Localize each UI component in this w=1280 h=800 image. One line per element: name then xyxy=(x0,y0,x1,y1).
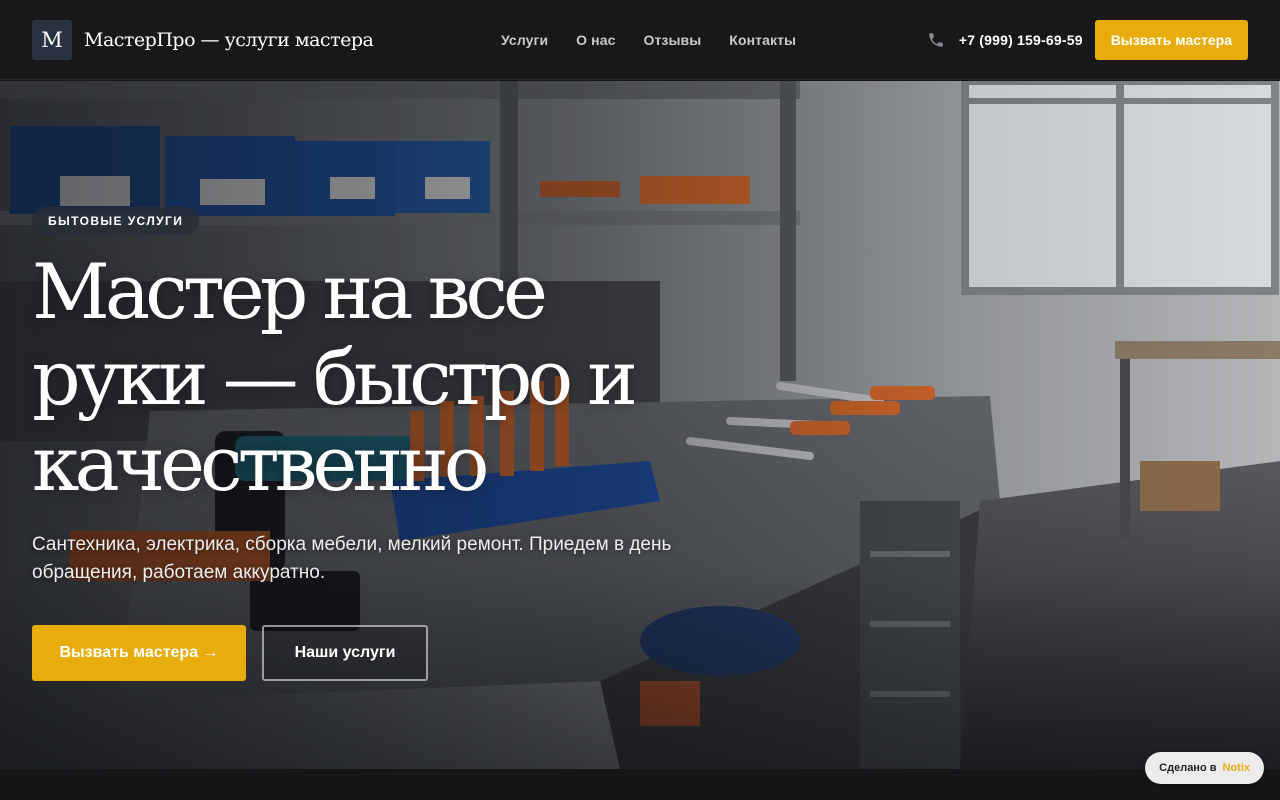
hero-section: БЫТОВЫЕ УСЛУГИ Мастер на все руки — быст… xyxy=(0,81,1280,769)
made-with-label: Сделано в xyxy=(1159,762,1217,774)
hero-title: Мастер на все руки — быстро и качественн… xyxy=(32,247,638,508)
hero-content: БЫТОВЫЕ УСЛУГИ Мастер на все руки — быст… xyxy=(32,207,752,681)
nav-link-services[interactable]: Услуги xyxy=(501,32,548,48)
brand-title[interactable]: МастерПро — услуги мастера xyxy=(84,29,374,51)
nav-link-reviews[interactable]: Отзывы xyxy=(643,32,701,48)
main-nav: Услуги О нас Отзывы Контакты xyxy=(501,0,796,80)
call-master-header-button[interactable]: Вызвать мастера xyxy=(1094,20,1248,60)
phone-icon xyxy=(929,33,943,47)
nav-link-contacts[interactable]: Контакты xyxy=(729,32,796,48)
hero-subtitle: Сантехника, электрика, сборка мебели, ме… xyxy=(32,534,672,583)
made-with-brand: Notix xyxy=(1222,762,1251,774)
our-services-button[interactable]: Наши услуги xyxy=(262,625,428,681)
call-master-button[interactable]: Вызвать мастера → xyxy=(32,625,246,681)
brand[interactable]: M МастерПро — услуги мастера xyxy=(32,19,452,60)
page-bottom-strip xyxy=(0,769,1280,800)
site-header: M МастерПро — услуги мастера Услуги О на… xyxy=(0,0,1280,80)
made-with-badge[interactable]: Сделано в Notix xyxy=(1145,752,1264,784)
category-badge: БЫТОВЫЕ УСЛУГИ xyxy=(32,207,200,235)
phone-number[interactable]: +7 (999) 159-69-59 xyxy=(959,32,1083,48)
nav-link-about[interactable]: О нас xyxy=(576,32,615,48)
hero-buttons: Вызвать мастера → Наши услуги xyxy=(32,625,752,681)
header-contact: +7 (999) 159-69-59 Вызвать мастера xyxy=(927,0,1248,80)
logo-mark[interactable]: M xyxy=(32,19,72,60)
